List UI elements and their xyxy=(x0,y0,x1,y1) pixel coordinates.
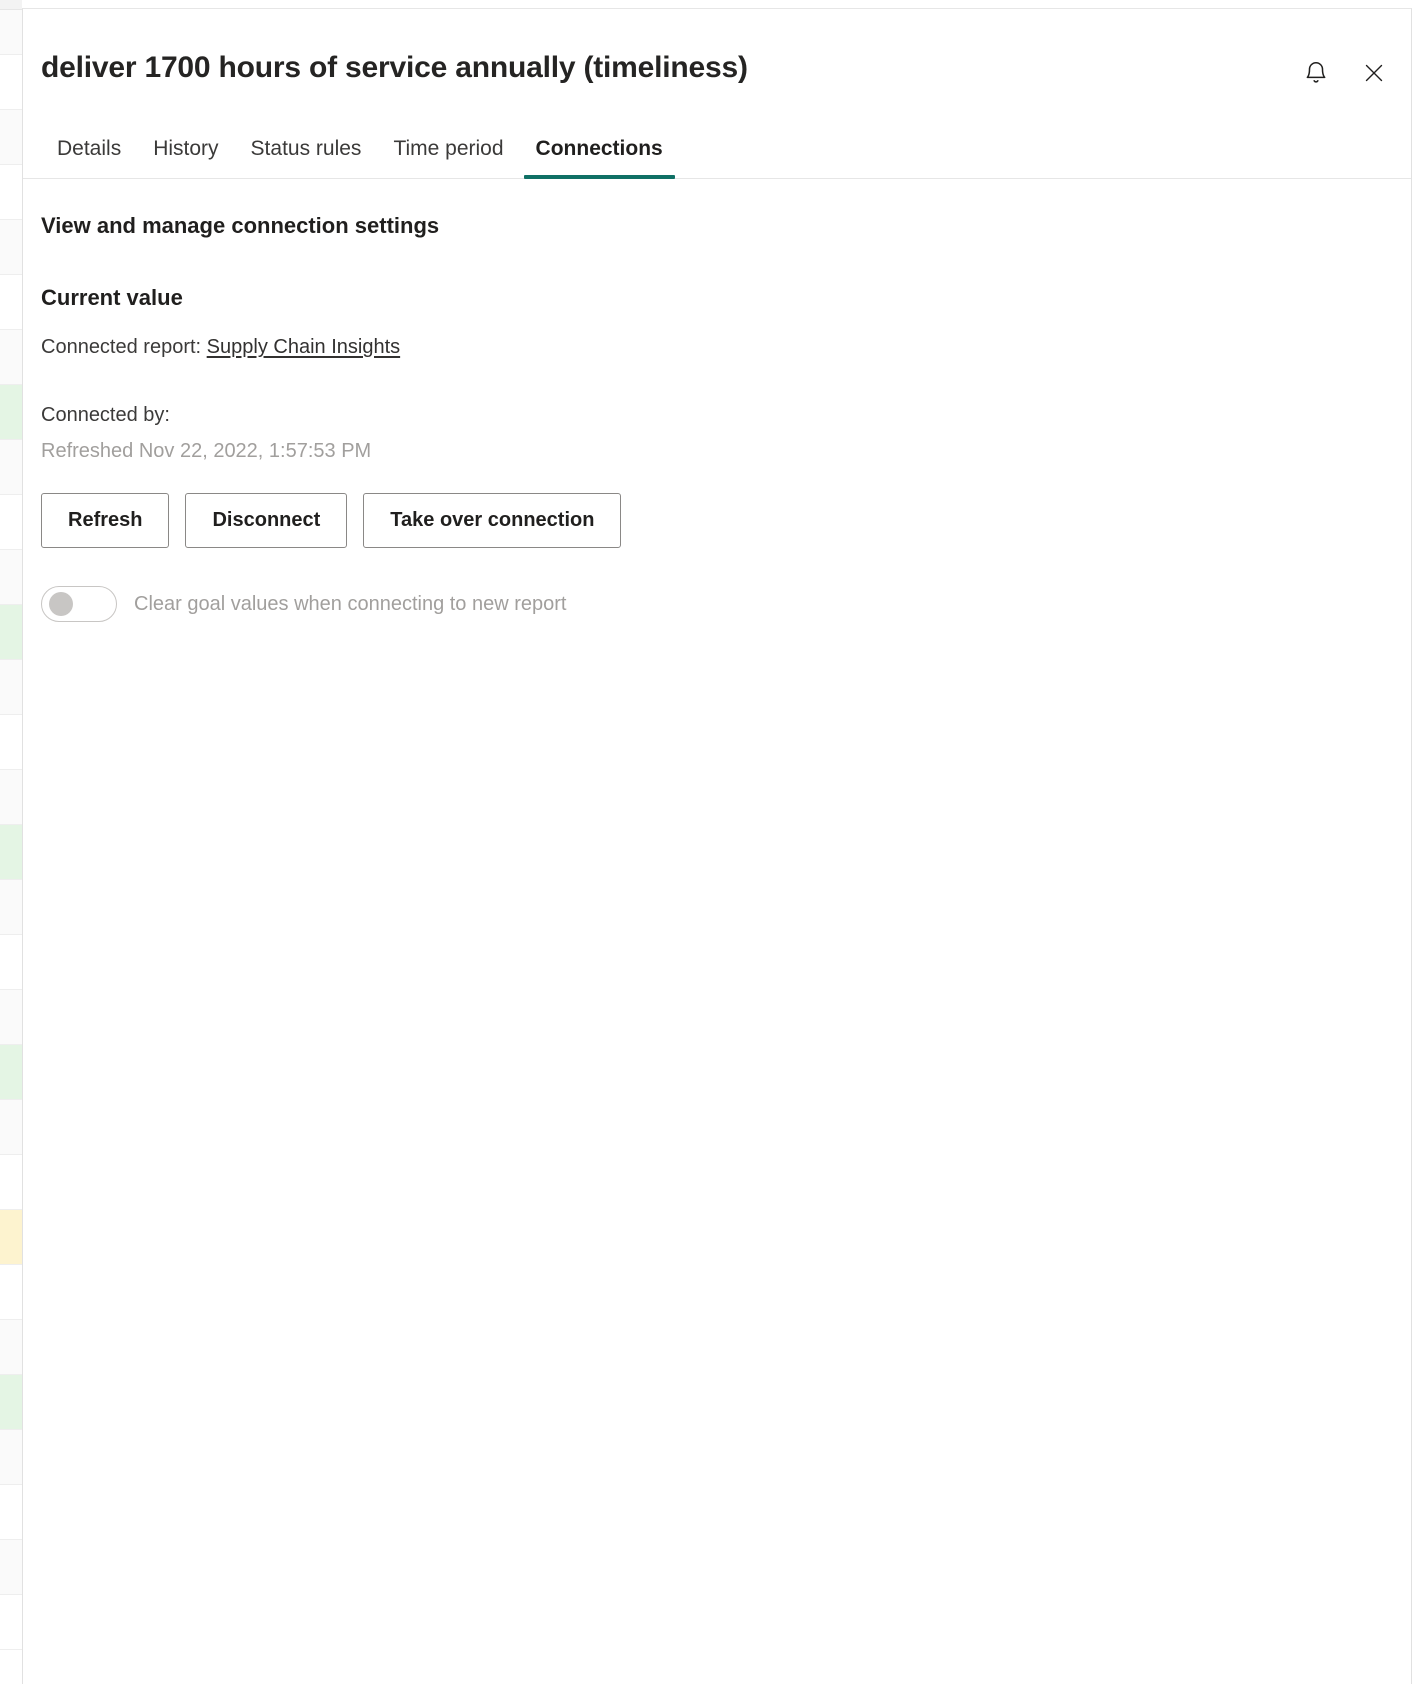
background-table-row xyxy=(0,1320,22,1375)
background-table-row xyxy=(0,495,22,550)
current-value-heading: Current value xyxy=(41,285,183,310)
section-heading: View and manage connection settings xyxy=(41,213,440,238)
background-table-row xyxy=(0,935,22,990)
connection-action-buttons: Refresh Disconnect Take over connection xyxy=(41,493,1393,548)
background-table-row xyxy=(0,715,22,770)
background-table-row xyxy=(0,1100,22,1155)
background-table-row xyxy=(0,220,22,275)
panel-tabs: Details History Status rules Time period… xyxy=(23,117,1411,179)
background-table-row xyxy=(0,605,22,660)
refresh-button[interactable]: Refresh xyxy=(41,493,170,548)
clear-goal-values-row: Clear goal values when connecting to new… xyxy=(41,586,1393,622)
connected-report-row: Connected report: Supply Chain Insights xyxy=(41,333,1393,361)
tab-history[interactable]: History xyxy=(137,136,234,178)
background-table-row xyxy=(0,440,22,495)
background-table-rows xyxy=(0,0,22,1650)
background-table-row xyxy=(0,385,22,440)
panel-header: deliver 1700 hours of service annually (… xyxy=(23,9,1411,87)
background-table-row xyxy=(0,825,22,880)
clear-goal-values-label: Clear goal values when connecting to new… xyxy=(134,593,567,615)
background-table-row xyxy=(0,1155,22,1210)
connections-tab-panel: View and manage connection settings Curr… xyxy=(23,179,1411,622)
background-table-row xyxy=(0,660,22,715)
clear-goal-values-toggle[interactable] xyxy=(41,586,117,622)
toggle-knob xyxy=(49,592,73,616)
tab-connections[interactable]: Connections xyxy=(520,136,679,179)
disconnect-button[interactable]: Disconnect xyxy=(185,493,348,548)
tab-status-rules[interactable]: Status rules xyxy=(235,136,378,178)
background-table-row xyxy=(0,1375,22,1430)
background-table-row xyxy=(0,165,22,220)
connected-report-link[interactable]: Supply Chain Insights xyxy=(207,336,400,358)
background-table-row xyxy=(0,550,22,605)
connected-report-label: Connected report: xyxy=(41,336,202,358)
tab-time-period[interactable]: Time period xyxy=(377,136,519,178)
close-icon xyxy=(1362,61,1386,88)
background-table-row xyxy=(0,1485,22,1540)
background-table-row xyxy=(0,1265,22,1320)
bell-icon xyxy=(1303,60,1329,89)
background-table-row xyxy=(0,1045,22,1100)
connected-by-label: Connected by: xyxy=(41,404,170,426)
refreshed-timestamp: Refreshed Nov 22, 2022, 1:57:53 PM xyxy=(41,440,372,462)
background-topbar xyxy=(0,0,22,10)
background-page xyxy=(0,0,22,1684)
notifications-button[interactable] xyxy=(1299,57,1333,91)
tab-details[interactable]: Details xyxy=(41,136,137,178)
background-table-row xyxy=(0,1595,22,1650)
background-table-row xyxy=(0,1430,22,1485)
background-table-row xyxy=(0,275,22,330)
background-table-row xyxy=(0,1210,22,1265)
background-table-row xyxy=(0,55,22,110)
background-table-row xyxy=(0,110,22,165)
background-table-row xyxy=(0,330,22,385)
take-over-connection-button[interactable]: Take over connection xyxy=(363,493,622,548)
goal-details-panel: deliver 1700 hours of service annually (… xyxy=(22,8,1412,1684)
background-table-row xyxy=(0,1540,22,1595)
header-actions xyxy=(1299,57,1391,91)
page-title: deliver 1700 hours of service annually (… xyxy=(41,51,748,84)
close-button[interactable] xyxy=(1357,57,1391,91)
background-table-row xyxy=(0,770,22,825)
background-table-row xyxy=(0,990,22,1045)
background-table-row xyxy=(0,880,22,935)
